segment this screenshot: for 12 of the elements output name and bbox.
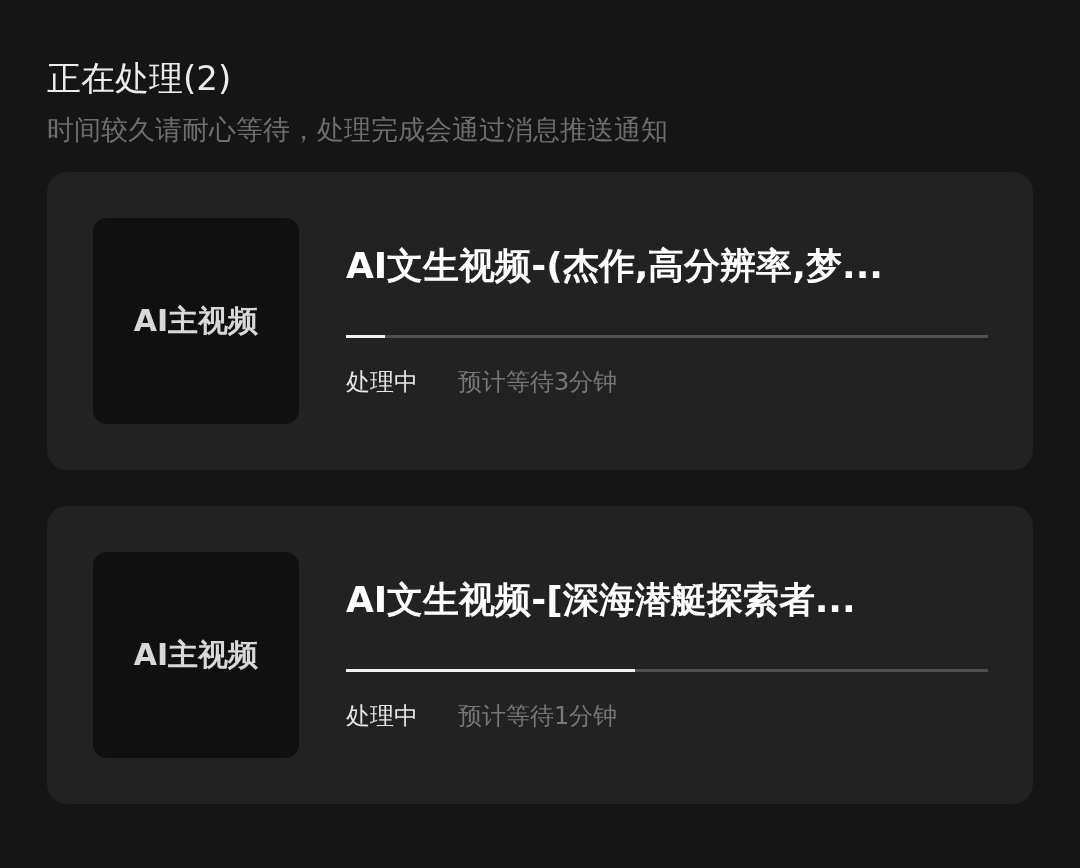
wait-time: 预计等待1分钟 [458, 700, 618, 732]
section-title: 正在处理(2) [47, 57, 233, 100]
task-card[interactable]: AI主视频 AI文生视频-[深海潜艇探索者... 处理中 预计等待1分钟 [47, 506, 1033, 804]
section-subtitle: 时间较久请耐心等待，处理完成会通过消息推送通知 [47, 113, 669, 147]
task-title: AI文生视频-[深海潜艇探索者... [346, 577, 857, 622]
task-title: AI文生视频-(杰作,高分辨率,梦... [346, 243, 885, 288]
wait-time: 预计等待3分钟 [458, 366, 618, 398]
task-status: 处理中 [346, 700, 418, 732]
thumbnail-label: AI主视频 [133, 301, 259, 340]
task-card[interactable]: AI主视频 AI文生视频-(杰作,高分辨率,梦... 处理中 预计等待3分钟 [47, 172, 1033, 470]
thumbnail-label: AI主视频 [133, 635, 259, 674]
task-status: 处理中 [346, 366, 418, 398]
